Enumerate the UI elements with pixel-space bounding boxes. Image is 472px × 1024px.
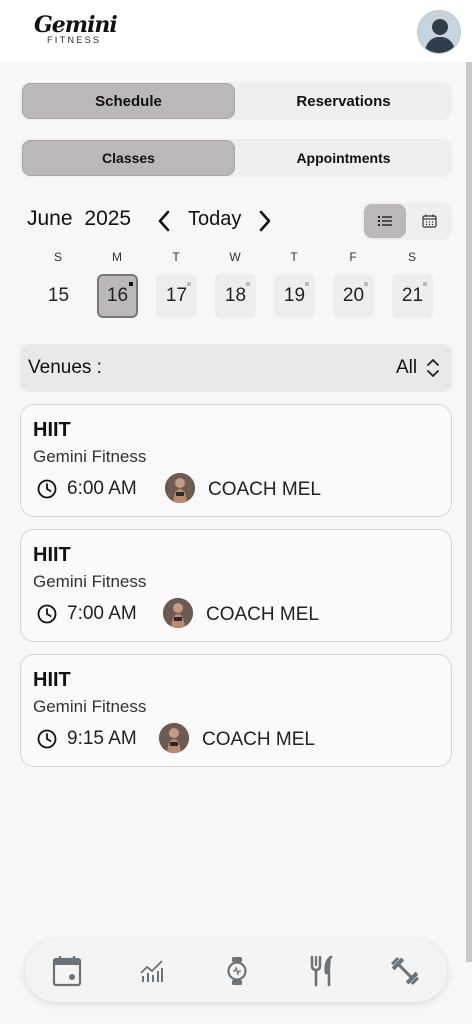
venues-label: Venues : xyxy=(28,357,102,378)
nav-device[interactable] xyxy=(220,954,254,988)
day-cell-18[interactable]: 18 xyxy=(215,274,256,318)
class-time: 9:15 AM xyxy=(67,728,137,749)
chevron-left-icon xyxy=(158,210,170,232)
day-letter: M xyxy=(112,250,122,264)
class-venue: Gemini Fitness xyxy=(33,572,147,591)
tab-classes[interactable]: Classes xyxy=(22,140,235,176)
day-letter: W xyxy=(229,250,241,264)
coach-name: COACH MEL xyxy=(206,604,319,625)
tab-reservations[interactable]: Reservations xyxy=(237,83,450,119)
coach-avatar xyxy=(165,473,195,503)
chevron-up-down-icon xyxy=(427,359,439,377)
day-cell-21[interactable]: 21 xyxy=(392,274,433,318)
next-week-button[interactable] xyxy=(254,208,274,234)
tab-appointments[interactable]: Appointments xyxy=(237,140,450,176)
event-dot xyxy=(364,282,368,286)
day-number: 21 xyxy=(401,285,424,306)
user-silhouette-icon xyxy=(424,19,456,53)
class-title: HIIT xyxy=(33,544,71,566)
day-letter: F xyxy=(349,250,357,264)
fork-knife-icon xyxy=(310,955,333,987)
day-cell-17[interactable]: 17 xyxy=(156,274,197,318)
calendar-view-button[interactable] xyxy=(408,204,450,238)
list-view-button[interactable] xyxy=(364,204,406,238)
day-cell-20[interactable]: 20 xyxy=(333,274,374,318)
classes-appointments-toggle: Classes Appointments xyxy=(20,139,452,177)
prev-week-button[interactable] xyxy=(155,208,175,234)
event-dot xyxy=(187,282,191,286)
nav-calendar[interactable] xyxy=(50,954,84,988)
day-number: 16 xyxy=(106,285,129,306)
event-dot xyxy=(129,282,133,286)
venues-value: All xyxy=(396,357,418,378)
month-year-label: June 2025 xyxy=(27,207,131,231)
class-venue: Gemini Fitness xyxy=(33,697,147,716)
day-cell-16[interactable]: 16 xyxy=(97,274,138,318)
year-label: 2025 xyxy=(84,207,132,230)
class-time: 6:00 AM xyxy=(67,478,137,499)
event-dot xyxy=(246,282,250,286)
gemini-fitness-logo[interactable]: Gemini FITNESS xyxy=(34,12,118,50)
event-dot xyxy=(423,282,427,286)
coach-name: COACH MEL xyxy=(202,729,315,750)
class-card[interactable]: HIIT Gemini Fitness 7:00 AM COACH MEL xyxy=(20,529,452,642)
clock-icon xyxy=(37,479,57,499)
view-mode-toggle xyxy=(362,202,452,240)
nav-workouts[interactable] xyxy=(388,954,422,988)
day-letter: S xyxy=(53,250,62,264)
event-dot xyxy=(305,282,309,286)
month-label: June xyxy=(27,207,73,230)
day-number: 17 xyxy=(165,285,188,306)
day-letter: T xyxy=(290,250,298,264)
class-time: 7:00 AM xyxy=(67,603,137,624)
day-letter: S xyxy=(407,250,416,264)
day-letter: T xyxy=(172,250,180,264)
logo-subtitle: FITNESS xyxy=(47,35,102,46)
venues-select[interactable]: Venues : All xyxy=(20,344,452,392)
day-number: 20 xyxy=(342,285,365,306)
clock-icon xyxy=(37,729,57,749)
class-title: HIIT xyxy=(33,419,71,441)
coach-avatar xyxy=(163,598,193,628)
tab-schedule[interactable]: Schedule xyxy=(22,83,235,119)
class-venue: Gemini Fitness xyxy=(33,447,147,466)
day-number: 18 xyxy=(224,285,247,306)
clock-icon xyxy=(37,604,57,624)
day-number: 19 xyxy=(283,285,306,306)
chevron-right-icon xyxy=(259,210,271,232)
day-cell-15[interactable]: 15 xyxy=(38,274,79,318)
schedule-reservations-toggle: Schedule Reservations xyxy=(20,82,452,120)
today-button[interactable]: Today xyxy=(188,208,241,231)
calendar-icon xyxy=(421,214,437,228)
day-cell-19[interactable]: 19 xyxy=(274,274,315,318)
app-header: Gemini FITNESS xyxy=(0,0,472,62)
coach-name: COACH MEL xyxy=(208,479,321,500)
smartwatch-icon xyxy=(227,957,247,985)
dumbbell-icon xyxy=(391,957,419,985)
coach-avatar xyxy=(159,723,189,753)
day-number: 15 xyxy=(47,285,70,306)
calendar-icon xyxy=(52,956,82,987)
scrollbar[interactable] xyxy=(466,62,472,962)
class-title: HIIT xyxy=(33,669,71,691)
nav-nutrition[interactable] xyxy=(305,954,339,988)
list-icon xyxy=(378,216,392,226)
bottom-navigation xyxy=(25,940,447,1002)
nav-progress[interactable] xyxy=(135,954,169,988)
class-card[interactable]: HIIT Gemini Fitness 6:00 AM COACH MEL xyxy=(20,404,452,517)
chart-icon xyxy=(140,960,163,982)
class-card[interactable]: HIIT Gemini Fitness 9:15 AM COACH MEL xyxy=(20,654,452,767)
profile-avatar[interactable] xyxy=(417,10,461,54)
